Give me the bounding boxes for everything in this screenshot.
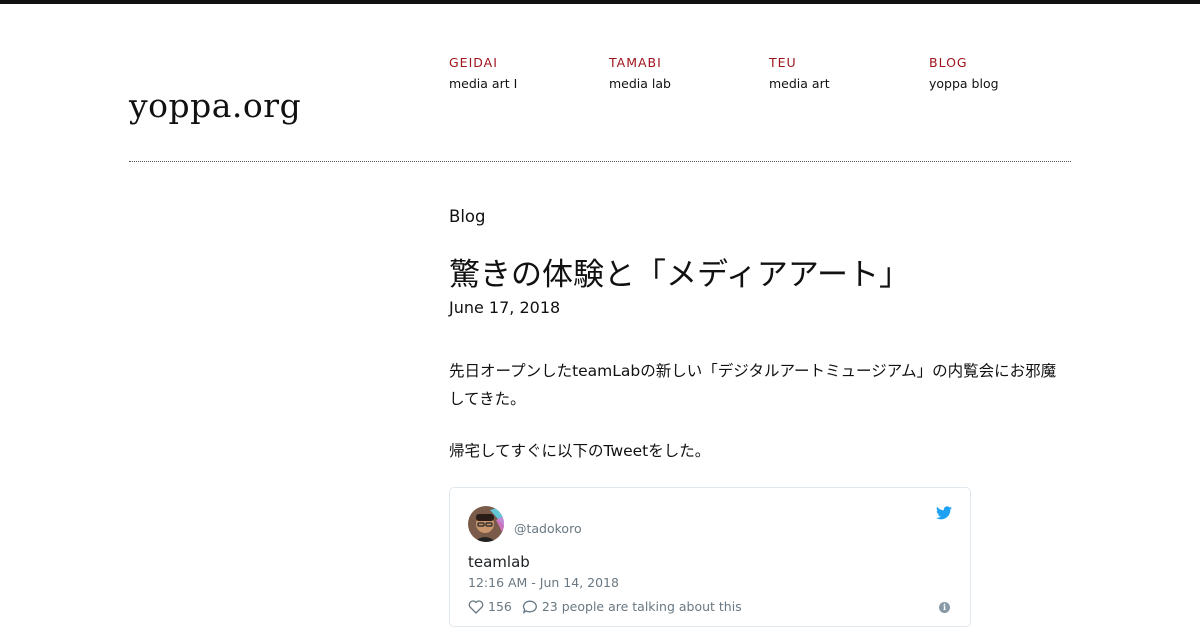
nav-subtitle: media lab: [609, 76, 671, 91]
section-label[interactable]: Blog: [449, 203, 1071, 231]
nav-title: GEIDAI: [449, 55, 498, 70]
nav-item-geidai[interactable]: GEIDAI media art I: [449, 55, 609, 92]
nav-subtitle: media art: [769, 76, 830, 91]
post-content: Blog 驚きの体験と「メディアアート」 June 17, 2018 先日オープ…: [449, 203, 1071, 465]
reply-button[interactable]: 23 people are talking about this: [522, 599, 742, 614]
nav-item-blog[interactable]: BLOG yoppa blog: [929, 55, 1089, 92]
post-title: 驚きの体験と「メディアアート」: [449, 257, 910, 293]
nav-title: BLOG: [929, 55, 968, 70]
reply-count-text: 23 people are talking about this: [541, 599, 742, 614]
nav-item-teu[interactable]: TEU media art: [769, 55, 929, 92]
header-divider: [129, 161, 1071, 162]
avatar[interactable]: [468, 506, 504, 542]
nav-title: TAMABI: [609, 55, 662, 70]
tweet-handle[interactable]: @tadokoro: [514, 521, 582, 536]
top-border-bar: [0, 0, 1200, 4]
site-logo[interactable]: yoppa.org: [129, 86, 301, 125]
comment-icon: [522, 600, 537, 613]
tweet-text: teamlab: [468, 553, 530, 571]
nav-subtitle: yoppa blog: [929, 76, 999, 91]
nav-title: TEU: [769, 55, 797, 70]
heart-icon: [468, 599, 484, 614]
info-icon[interactable]: i: [939, 602, 950, 613]
embedded-tweet[interactable]: @tadokoro teamlab 12:16 AM - Jun 14, 201…: [449, 487, 971, 627]
nav-item-tamabi[interactable]: TAMABI media lab: [609, 55, 769, 92]
main-nav: GEIDAI media art I TAMABI media lab TEU …: [449, 55, 1089, 92]
nav-subtitle: media art I: [449, 76, 518, 91]
tweet-timestamp[interactable]: 12:16 AM - Jun 14, 2018: [468, 575, 619, 590]
post-paragraph: 先日オープンしたteamLabの新しい「デジタルアートミュージアム」の内覧会にお…: [449, 362, 1057, 408]
tweet-actions: 156 23 people are talking about this: [468, 599, 742, 614]
like-count: 156: [488, 599, 512, 614]
twitter-bird-icon[interactable]: [936, 506, 952, 520]
like-button[interactable]: 156: [468, 599, 512, 614]
post-paragraph: 帰宅してすぐに以下のTweetをした。: [449, 442, 711, 460]
post-date: June 17, 2018: [449, 298, 561, 317]
